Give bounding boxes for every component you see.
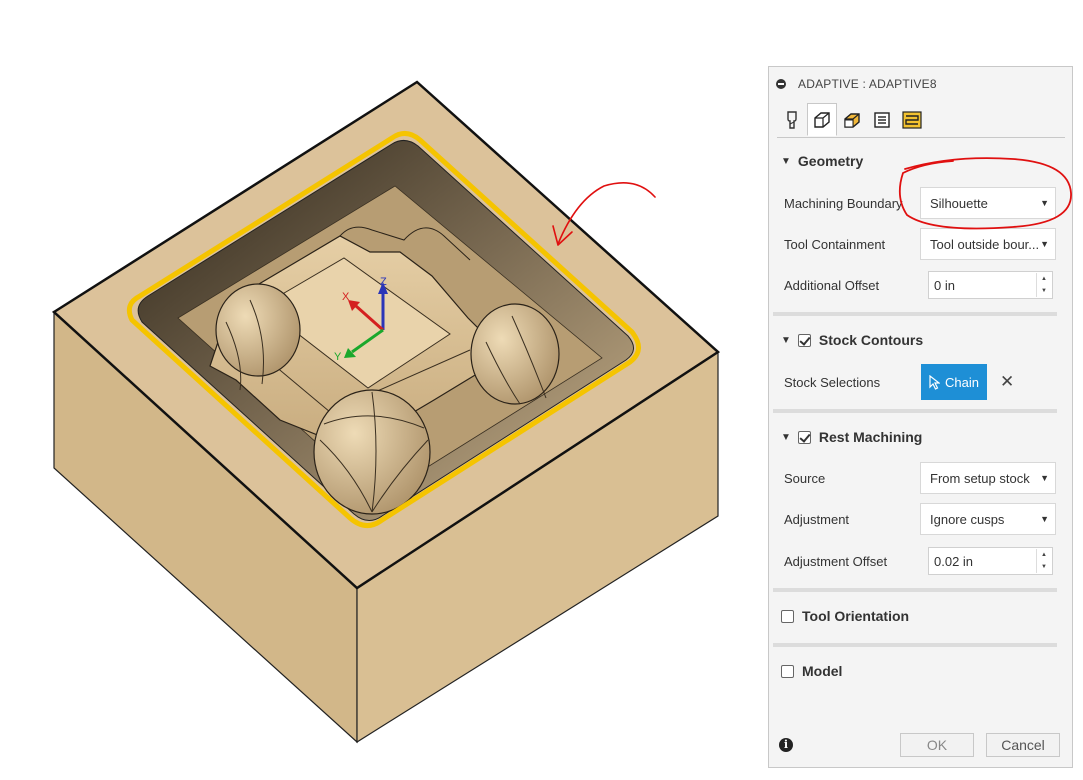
stock-contours-section-header[interactable]: ▼ Stock Contours bbox=[781, 332, 923, 348]
tool-orientation-checkbox[interactable] bbox=[781, 609, 794, 623]
tab-heights[interactable] bbox=[837, 103, 867, 136]
cancel-button[interactable]: Cancel bbox=[986, 733, 1060, 757]
machining-boundary-value: Silhouette bbox=[930, 195, 988, 211]
adjustment-offset-label: Adjustment Offset bbox=[784, 554, 888, 569]
triad-x-label: X bbox=[342, 291, 350, 303]
part-model[interactable]: Z X Y bbox=[0, 0, 760, 780]
expand-triangle-icon: ▼ bbox=[781, 334, 791, 346]
model-section-header[interactable]: Model bbox=[781, 663, 842, 679]
model-checkbox[interactable] bbox=[781, 664, 794, 678]
tab-passes[interactable] bbox=[867, 103, 897, 136]
chain-select-button[interactable]: Chain bbox=[921, 364, 987, 400]
triad-y-label: Y bbox=[334, 351, 342, 363]
source-select[interactable]: From setup stock ▼ bbox=[920, 462, 1056, 494]
triad-z-label: Z bbox=[380, 276, 387, 288]
geometry-icon bbox=[814, 111, 830, 128]
adaptive-dialog: ADAPTIVE : ADAPTIVE8 ▼ Geometry Machinin… bbox=[768, 66, 1073, 768]
additional-offset-value: 0 in bbox=[934, 277, 955, 293]
lobe-right bbox=[470, 303, 560, 405]
dropdown-arrow-icon: ▼ bbox=[1040, 239, 1049, 249]
tool-orientation-section-header[interactable]: Tool Orientation bbox=[781, 608, 909, 624]
rest-machining-checkbox[interactable] bbox=[797, 430, 811, 444]
spinner-arrows-icon[interactable]: ▲ ▼ bbox=[1036, 549, 1051, 573]
stock-contours-heading: Stock Contours bbox=[818, 332, 924, 348]
machining-boundary-label: Machining Boundary bbox=[784, 196, 903, 211]
rest-machining-section-header[interactable]: ▼ Rest Machining bbox=[781, 429, 922, 445]
chain-label: Chain bbox=[945, 374, 979, 390]
section-divider bbox=[773, 643, 1057, 647]
passes-icon bbox=[874, 111, 890, 128]
dropdown-arrow-icon: ▼ bbox=[1040, 514, 1049, 524]
adjustment-select[interactable]: Ignore cusps ▼ bbox=[920, 503, 1056, 535]
model-heading: Model bbox=[802, 663, 843, 679]
rest-machining-heading: Rest Machining bbox=[818, 429, 923, 445]
dialog-title-bar[interactable]: ADAPTIVE : ADAPTIVE8 bbox=[769, 67, 1072, 101]
tool-orientation-heading: Tool Orientation bbox=[802, 608, 910, 624]
adjustment-value: Ignore cusps bbox=[930, 511, 1005, 527]
expand-triangle-icon: ▼ bbox=[781, 431, 791, 443]
geometry-section-header[interactable]: ▼ Geometry bbox=[781, 153, 863, 169]
stock-contours-checkbox[interactable] bbox=[797, 333, 811, 347]
tool-containment-select[interactable]: Tool outside bour... ▼ bbox=[920, 228, 1056, 260]
expand-triangle-icon: ▼ bbox=[781, 155, 791, 167]
additional-offset-input[interactable]: 0 in ▲ ▼ bbox=[928, 271, 1053, 299]
adjustment-offset-value: 0.02 in bbox=[934, 553, 974, 569]
cursor-arrow-icon bbox=[929, 374, 941, 390]
adjustment-offset-input[interactable]: 0.02 in ▲ ▼ bbox=[928, 547, 1053, 575]
info-icon[interactable]: i bbox=[779, 738, 793, 752]
tab-tool[interactable] bbox=[777, 103, 807, 136]
graphics-viewport[interactable]: Z X Y bbox=[0, 0, 760, 780]
spinner-arrows-icon[interactable]: ▲ ▼ bbox=[1036, 273, 1051, 297]
geometry-heading: Geometry bbox=[797, 153, 864, 169]
collapse-icon[interactable] bbox=[776, 79, 786, 89]
stock-selections-label: Stock Selections bbox=[784, 375, 881, 390]
tool-containment-label: Tool Containment bbox=[784, 237, 886, 252]
section-divider bbox=[773, 588, 1057, 592]
tab-linking[interactable] bbox=[897, 103, 927, 136]
tool-containment-value: Tool outside bour... bbox=[930, 236, 1040, 252]
source-value: From setup stock bbox=[930, 470, 1030, 486]
tool-icon bbox=[787, 110, 797, 129]
adjustment-label: Adjustment bbox=[784, 512, 850, 527]
dialog-tabs bbox=[777, 103, 1065, 138]
additional-offset-label: Additional Offset bbox=[784, 278, 880, 293]
lobe-left bbox=[215, 283, 301, 377]
dropdown-arrow-icon: ▼ bbox=[1040, 198, 1049, 208]
section-divider bbox=[773, 409, 1057, 413]
linking-icon bbox=[902, 110, 922, 129]
dialog-title: ADAPTIVE : ADAPTIVE8 bbox=[798, 77, 937, 91]
source-label: Source bbox=[784, 471, 826, 486]
section-divider bbox=[773, 312, 1057, 316]
ok-button[interactable]: OK bbox=[900, 733, 974, 757]
tab-geometry[interactable] bbox=[807, 103, 837, 136]
dropdown-arrow-icon: ▼ bbox=[1040, 473, 1049, 483]
heights-icon bbox=[844, 112, 860, 128]
machining-boundary-select[interactable]: Silhouette ▼ bbox=[920, 187, 1056, 219]
clear-selection-icon[interactable]: ✕ bbox=[1000, 372, 1014, 392]
